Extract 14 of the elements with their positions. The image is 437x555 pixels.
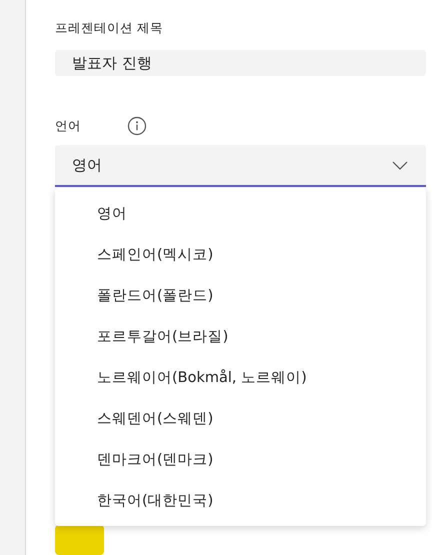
menu-item[interactable]: 노르웨이어(Bokmål, 노르웨이) [55, 358, 426, 399]
menu-item[interactable]: 한국어(대한민국) [55, 481, 426, 522]
info-icon[interactable] [127, 116, 147, 136]
menu-item[interactable]: 포르투갈어(브라질) [55, 317, 426, 358]
title-field[interactable]: 발표자 진행 [55, 50, 426, 76]
field-label: 언어 [55, 118, 82, 134]
chevron-down-icon [392, 160, 408, 170]
language-dropdown[interactable]: 영어 [55, 145, 426, 187]
menu-item[interactable]: 폴란드어(폴란드) [55, 276, 426, 317]
menu-item[interactable]: 스페인어(멕시코) [55, 235, 426, 276]
field-label: 프레젠테이션 제목 [55, 19, 164, 37]
menu-item[interactable]: 덴마크어(덴마크) [55, 440, 426, 481]
menu-item[interactable]: 스웨덴어(스웨덴) [55, 399, 426, 440]
menu-item[interactable]: 영어 [55, 194, 426, 235]
